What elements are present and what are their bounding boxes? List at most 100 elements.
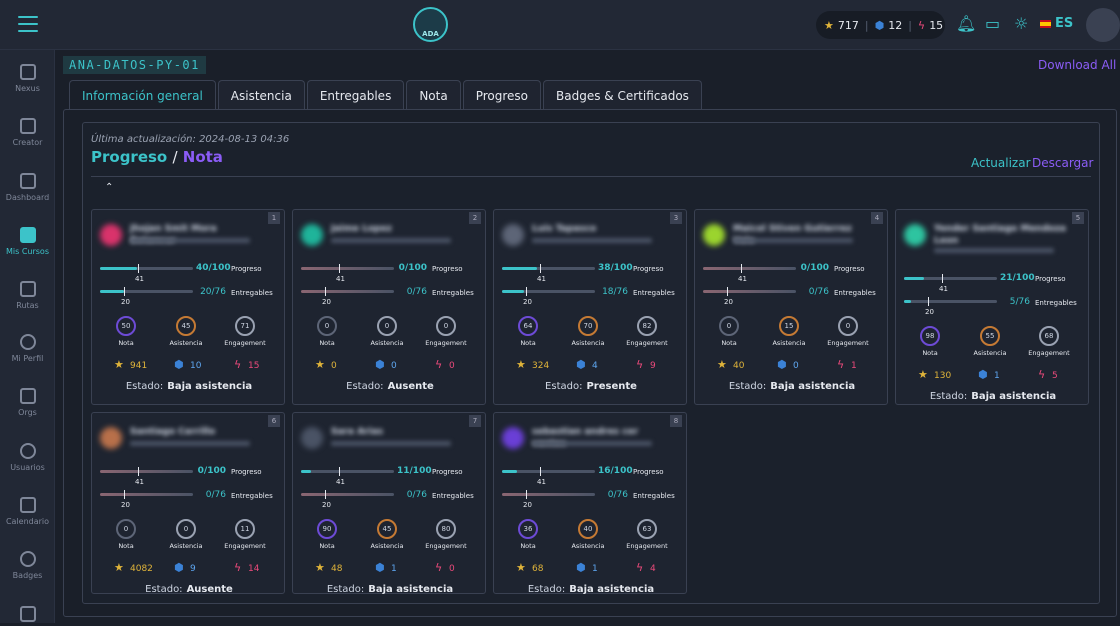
- tab-informacion-general[interactable]: Información general: [69, 80, 216, 110]
- status-text: Estado: Baja asistencia: [929, 391, 1057, 402]
- status-text: Estado: Ausente: [145, 584, 233, 595]
- student-card[interactable]: 6 Santiago Carrillo 0/100 Progreso 41 0/…: [91, 412, 285, 595]
- entregables-mark: 20: [121, 298, 130, 306]
- student-card[interactable]: 2 Jaime Lopez 0/100 Progreso 41 0/76 Ent…: [292, 209, 486, 405]
- nota-label: Nota: [118, 339, 134, 347]
- sun-icon[interactable]: ☼: [1014, 14, 1028, 33]
- title-progreso[interactable]: Progreso: [91, 148, 167, 166]
- ada-logo[interactable]: ADA: [413, 7, 448, 42]
- gem-icon: ⬢: [174, 358, 184, 371]
- engagement-circle: 0: [436, 316, 456, 336]
- download-all-link[interactable]: Download All: [1038, 58, 1116, 72]
- bell-icon[interactable]: 🔔︎: [956, 14, 976, 33]
- entregables-mark: 20: [523, 298, 532, 306]
- sidebar-item-mi-perfil[interactable]: Mi Perfil: [0, 334, 55, 363]
- gem-icon: ⬢: [777, 358, 787, 371]
- language-selector[interactable]: ES: [1040, 16, 1073, 31]
- nota-label: Nota: [721, 339, 737, 347]
- tab-progreso[interactable]: Progreso: [462, 80, 542, 110]
- progress-label: Progreso: [231, 265, 262, 273]
- sidebar-item-rutas[interactable]: Rutas: [0, 281, 55, 310]
- entregables-mark: 20: [322, 501, 331, 509]
- progress-label: Progreso: [231, 468, 262, 476]
- gems-count: 1: [391, 564, 397, 574]
- student-card[interactable]: 7 Sara Arias 11/100 Progreso 41 0/76 Ent…: [292, 412, 486, 595]
- entregables-value: 0/76: [406, 287, 427, 297]
- student-name: Jhojan Smit Mora Betancur: [130, 224, 217, 246]
- progress-bar: [904, 274, 997, 283]
- student-name: Yender Santiago Mendoza Leon: [934, 224, 1066, 246]
- student-card[interactable]: 8 sebastian andres cer vantes 16/100 Pro…: [493, 412, 687, 595]
- sidebar-label: Mi Perfil: [11, 354, 44, 363]
- progress-value: 0/100: [398, 263, 427, 273]
- gems-count: 1: [592, 564, 598, 574]
- sidebar-item-mis-cursos[interactable]: Mis Cursos: [0, 227, 55, 256]
- nota-circle: 90: [317, 519, 337, 539]
- sidebar-item-nexus[interactable]: Nexus: [0, 64, 55, 93]
- student-card[interactable]: 5 Yender Santiago Mendoza Leon 21/100 Pr…: [895, 209, 1089, 405]
- asistencia-label: Asistencia: [169, 339, 203, 347]
- title-nota[interactable]: Nota: [183, 148, 223, 166]
- asistencia-circle: 0: [176, 519, 196, 539]
- student-avatar: [100, 224, 122, 246]
- nexus-icon: [19, 64, 36, 80]
- chat-icon[interactable]: ▭: [985, 14, 1000, 33]
- star-icon: ★: [315, 561, 325, 574]
- star-icon: ★: [717, 358, 727, 371]
- sidebar-item-reports[interactable]: [0, 606, 55, 626]
- sidebar-item-orgs[interactable]: Orgs: [0, 388, 55, 417]
- progress-value: 11/100: [397, 466, 432, 476]
- sidebar-label: Orgs: [18, 408, 37, 417]
- engagement-label: Engagement: [224, 542, 266, 550]
- sidebar-label: Mis Cursos: [5, 247, 49, 256]
- engagement-circle: 11: [235, 519, 255, 539]
- user-icon: [19, 334, 36, 350]
- entregables-label: Entregables: [633, 289, 675, 297]
- nota-circle: 0: [719, 316, 739, 336]
- descargar-button[interactable]: Descargar: [1032, 156, 1093, 170]
- tab-entregables[interactable]: Entregables: [306, 80, 405, 110]
- tab-nota[interactable]: Nota: [406, 80, 461, 110]
- tab-badges-certificados[interactable]: Badges & Certificados: [543, 80, 702, 110]
- star-icon: ★: [918, 368, 928, 381]
- calendar-icon: [19, 497, 36, 513]
- actualizar-button[interactable]: Actualizar: [971, 156, 1031, 170]
- sidebar-item-creator[interactable]: Creator: [0, 118, 55, 147]
- student-card[interactable]: 3 Luis Tapasco 38/100 Progreso 41 18/76 …: [493, 209, 687, 405]
- asistencia-circle: 70: [578, 316, 598, 336]
- sidebar-item-calendario[interactable]: Calendario: [0, 497, 55, 526]
- status-text: Estado: Baja asistencia: [326, 584, 454, 595]
- engagement-circle: 63: [637, 519, 657, 539]
- card-number: 7: [469, 415, 481, 427]
- asistencia-circle: 45: [377, 519, 397, 539]
- avatar[interactable]: [1086, 8, 1120, 42]
- gems-count: 4: [592, 361, 598, 371]
- menu-icon[interactable]: [18, 16, 38, 32]
- sidebar-item-usuarios[interactable]: Usuarios: [0, 443, 55, 472]
- gem-icon: ⬢: [576, 358, 586, 371]
- student-name: sebastian andres cer vantes: [532, 427, 639, 449]
- gems-count: 9: [190, 564, 196, 574]
- gem-icon: ⬢: [874, 18, 885, 32]
- sidebar-item-badges[interactable]: Badges: [0, 551, 55, 580]
- stars-count: 130: [934, 371, 952, 381]
- progress-bar: [301, 467, 394, 476]
- tab-asistencia[interactable]: Asistencia: [217, 80, 305, 110]
- student-email: [532, 238, 652, 243]
- entregables-label: Entregables: [231, 289, 273, 297]
- student-card[interactable]: 1 Jhojan Smit Mora Betancur 40/100 Progr…: [91, 209, 285, 405]
- sidebar-item-dashboard[interactable]: Dashboard: [0, 173, 55, 202]
- entregables-value: 5/76: [1009, 297, 1030, 307]
- gem-icon: ⬢: [576, 561, 586, 574]
- asistencia-label: Asistencia: [571, 542, 605, 550]
- nota-label: Nota: [319, 339, 335, 347]
- chevron-up-icon[interactable]: ⌃: [105, 182, 113, 193]
- entregables-mark: 20: [724, 298, 733, 306]
- progress-value: 21/100: [1000, 273, 1035, 283]
- bolts-count: 0: [449, 564, 455, 574]
- student-card[interactable]: 4 Maicol Stiven Gutierrez Valo 0/100 Pro…: [694, 209, 888, 405]
- sidebar-label: Badges: [12, 571, 43, 580]
- progress-bar: [100, 467, 193, 476]
- progress-label: Progreso: [1035, 275, 1066, 283]
- star-icon: ★: [516, 561, 526, 574]
